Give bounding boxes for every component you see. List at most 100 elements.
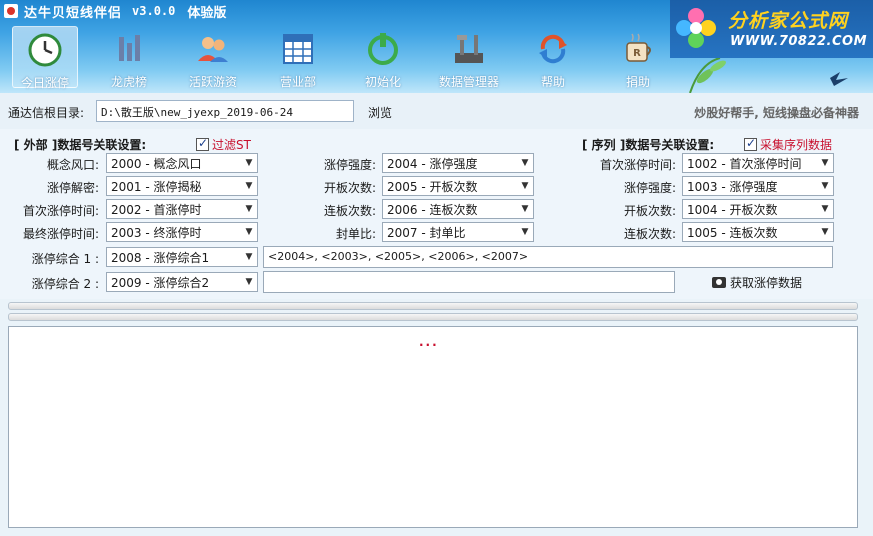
- chevron-down-icon: ▼: [821, 181, 829, 191]
- toolbar-label: 数据管理器: [438, 75, 499, 89]
- swallow-icon: [830, 72, 848, 86]
- toolbar-branch[interactable]: 营业部: [265, 26, 331, 89]
- chevron-down-icon: ▼: [521, 204, 529, 214]
- users-icon: [198, 37, 228, 62]
- seq-open-count-select[interactable]: 1004 - 开板次数 ▼: [682, 199, 834, 219]
- chevron-down-icon: ▼: [821, 227, 829, 237]
- seq-consecutive-count-select[interactable]: 1005 - 连板次数 ▼: [682, 222, 834, 242]
- toolbar-initialize[interactable]: 初始化: [350, 26, 416, 89]
- grid-icon: [283, 34, 313, 64]
- field-label: 封单比:: [335, 227, 376, 241]
- field-label: 连板次数:: [323, 204, 376, 218]
- camera-icon: [712, 277, 726, 288]
- seal-ratio-select[interactable]: 2007 - 封单比 ▼: [382, 222, 534, 242]
- help-refresh-icon: [539, 34, 567, 64]
- chevron-down-icon: ▼: [521, 158, 529, 168]
- combo1-select[interactable]: 2008 - 涨停综合1 ▼: [106, 247, 258, 267]
- chevron-down-icon: ▼: [245, 181, 253, 191]
- toolbar-label: 龙虎榜: [110, 75, 147, 89]
- toolbar-label: 捐助: [625, 75, 650, 89]
- clock-icon: [28, 33, 62, 67]
- fetch-label: 获取涨停数据: [730, 276, 803, 290]
- title-bar: 达牛贝短线伴侣 v3.0.0 体验版: [0, 0, 660, 22]
- slogan-text: 炒股好帮手, 短线操盘必备神器: [694, 106, 859, 120]
- tools-icon: [455, 35, 483, 63]
- chevron-down-icon: ▼: [245, 204, 253, 214]
- filter-st-label: 过滤ST: [212, 138, 251, 152]
- external-section-title: [ 外部 ]数据号关联设置:: [14, 138, 147, 152]
- toolbar-today-limit-up[interactable]: 今日涨停: [12, 26, 78, 90]
- concept-select[interactable]: 2000 - 概念风口 ▼: [106, 153, 258, 173]
- toolbar-donate[interactable]: R 捐助: [605, 26, 671, 89]
- chevron-down-icon: ▼: [821, 158, 829, 168]
- toolbar-dragon-tiger[interactable]: 龙虎榜: [96, 26, 162, 89]
- app-version: v3.0.0: [132, 4, 176, 18]
- combo1-formula-input[interactable]: <2004>, <2003>, <2005>, <2006>, <2007>: [263, 246, 833, 268]
- limit-strength-select[interactable]: 2004 - 涨停强度 ▼: [382, 153, 534, 173]
- app-icon: [4, 4, 18, 18]
- chevron-down-icon: ▼: [245, 252, 253, 262]
- svg-text:R: R: [633, 48, 641, 59]
- log-output-area[interactable]: ...: [8, 326, 858, 528]
- chevron-down-icon: ▼: [821, 204, 829, 214]
- field-label: 开板次数:: [623, 204, 676, 218]
- chevron-down-icon: ▼: [245, 227, 253, 237]
- collect-sequence-label: 采集序列数据: [760, 138, 833, 152]
- field-label: 涨停强度:: [323, 158, 376, 172]
- bars-icon: [119, 35, 140, 61]
- toolbar-active-capital[interactable]: 活跃游资: [180, 26, 246, 89]
- progress-bar-primary: [8, 302, 858, 310]
- filter-st-checkbox[interactable]: 过滤ST: [196, 136, 251, 153]
- toolbar-help[interactable]: 帮助: [520, 26, 586, 89]
- field-label: 连板次数:: [623, 227, 676, 241]
- fetch-limit-data-button[interactable]: 获取涨停数据: [712, 274, 802, 291]
- field-label: 首次涨停时间:: [599, 158, 676, 172]
- toolbar-label: 活跃游资: [188, 75, 237, 89]
- sequence-section-title: [ 序列 ]数据号关联设置:: [582, 138, 715, 152]
- seq-limit-strength-select[interactable]: 1003 - 涨停强度 ▼: [682, 176, 834, 196]
- field-label: 开板次数:: [323, 181, 376, 195]
- chevron-down-icon: ▼: [245, 277, 253, 287]
- toolbar-label: 今日涨停: [20, 76, 69, 90]
- first-limit-time-select[interactable]: 2002 - 首涨停时 ▼: [106, 199, 258, 219]
- chevron-down-icon: ▼: [521, 181, 529, 191]
- field-label: 涨停强度:: [623, 181, 676, 195]
- log-text: ...: [419, 335, 439, 349]
- final-limit-time-select[interactable]: 2003 - 终涨停时 ▼: [106, 222, 258, 242]
- consecutive-count-select[interactable]: 2006 - 连板次数 ▼: [382, 199, 534, 219]
- settings-panel: [ 外部 ]数据号关联设置: 过滤ST [ 序列 ]数据号关联设置: 采集序列数…: [0, 129, 873, 299]
- seq-first-limit-time-select[interactable]: 1002 - 首次涨停时间 ▼: [682, 153, 834, 173]
- toolbar-label: 帮助: [540, 75, 565, 89]
- browse-button[interactable]: 浏览: [368, 104, 392, 121]
- chevron-down-icon: ▼: [245, 158, 253, 168]
- limit-decode-select[interactable]: 2001 - 涨停揭秘 ▼: [106, 176, 258, 196]
- app-edition: 体验版: [187, 5, 227, 21]
- field-label: 概念风口:: [46, 158, 99, 172]
- brand-name: 分析家公式网: [728, 10, 849, 32]
- field-label: 涨停解密:: [46, 181, 99, 195]
- power-icon: [368, 33, 398, 65]
- checkbox-checked-icon: [744, 136, 757, 151]
- brand-url: WWW.70822.COM: [730, 34, 868, 49]
- coffee-icon: R: [626, 33, 651, 62]
- brand-banner: 分析家公式网 WWW.70822.COM: [670, 0, 873, 58]
- app-title: 达牛贝短线伴侣: [24, 5, 123, 21]
- header: 达牛贝短线伴侣 v3.0.0 体验版 今日涨停 龙虎榜 活跃游资 营业部 初始化…: [0, 0, 873, 93]
- decorative-leaves-icon: [689, 58, 848, 93]
- tdx-root-label: 通达信根目录:: [8, 106, 85, 120]
- field-label: 首次涨停时间:: [22, 204, 99, 218]
- combo2-formula-input[interactable]: [263, 271, 675, 293]
- path-row: 通达信根目录: D:\散王版\new_jyexp_2019-06-24 浏览 炒…: [0, 93, 873, 129]
- tdx-root-input[interactable]: D:\散王版\new_jyexp_2019-06-24: [96, 100, 354, 122]
- collect-sequence-checkbox[interactable]: 采集序列数据: [744, 136, 832, 153]
- combo2-select[interactable]: 2009 - 涨停综合2 ▼: [106, 272, 258, 292]
- open-count-select[interactable]: 2005 - 开板次数 ▼: [382, 176, 534, 196]
- progress-bar-secondary: [8, 313, 858, 321]
- toolbar-label: 营业部: [279, 75, 316, 89]
- flower-logo-icon: [676, 8, 716, 48]
- main-toolbar: 今日涨停 龙虎榜 活跃游资 营业部 初始化 数据管理器 帮助 R 捐助: [0, 22, 680, 92]
- toolbar-data-manager[interactable]: 数据管理器: [436, 26, 502, 89]
- field-label: 最终涨停时间:: [22, 227, 99, 241]
- chevron-down-icon: ▼: [521, 227, 529, 237]
- field-label: 涨停综合 2 :: [31, 277, 99, 291]
